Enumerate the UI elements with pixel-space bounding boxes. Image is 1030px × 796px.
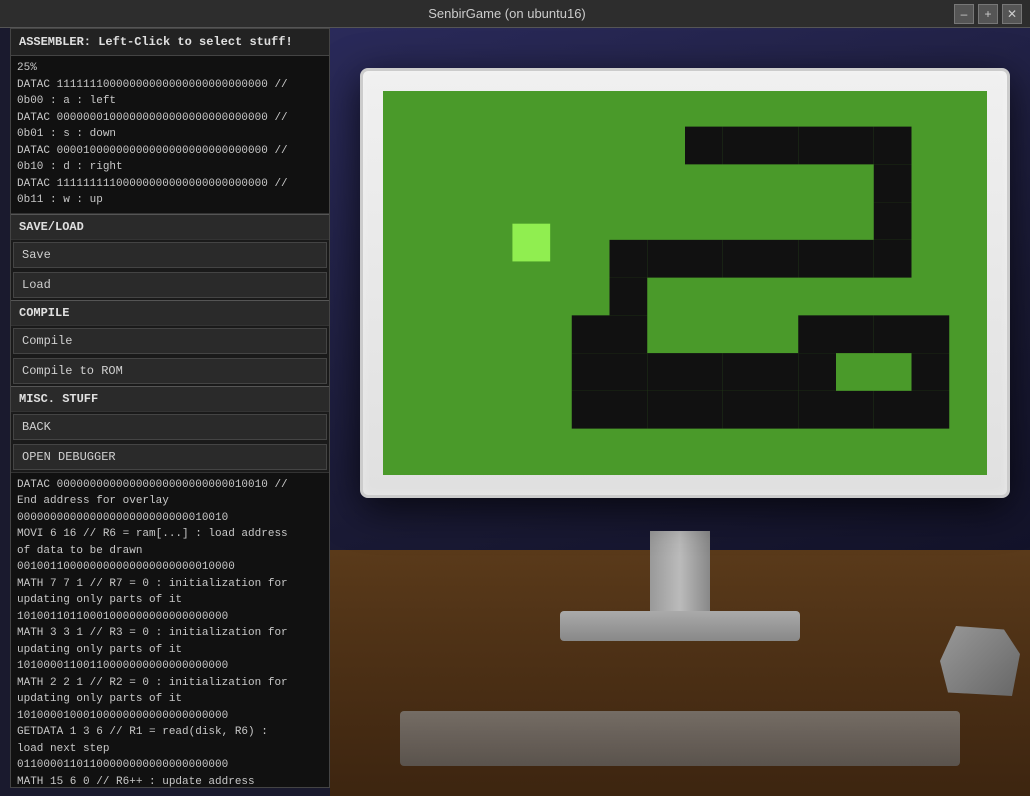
save-button[interactable]: Save bbox=[13, 242, 327, 268]
code-line: DATAC 00001000000000000000000000000000 /… bbox=[17, 143, 323, 160]
code-line: GETDATA 1 3 6 // R1 = read(disk, R6) : bbox=[17, 724, 323, 741]
code-line: DATAC 11111110000000000000000000000000 /… bbox=[17, 77, 323, 94]
game-scene bbox=[330, 28, 1030, 796]
code-line: 0b01 : s : down bbox=[17, 126, 323, 143]
open-debugger-button[interactable]: OPEN DEBUGGER bbox=[13, 444, 327, 470]
code-line: MOVI 6 16 // R6 = ram[...] : load addres… bbox=[17, 526, 323, 543]
code-line: of data to be drawn bbox=[17, 543, 323, 560]
code-line: 0b10 : d : right bbox=[17, 159, 323, 176]
compile-label: COMPILE bbox=[11, 300, 329, 326]
code-line: DATAC 11111111100000000000000000000000 /… bbox=[17, 176, 323, 193]
save-load-label: SAVE/LOAD bbox=[11, 214, 329, 240]
code-line: DATAC 00000000000000000000000000010010 /… bbox=[17, 477, 323, 494]
keyboard bbox=[400, 711, 960, 766]
monitor bbox=[360, 68, 1010, 498]
code-line: 00000000000000000000000000010010 bbox=[17, 510, 323, 527]
code-line: 10100001000100000000000000000000 bbox=[17, 708, 323, 725]
assembler-header: ASSEMBLER: Left-Click to select stuff! bbox=[11, 29, 329, 56]
code-line: 01100001101100000000000000000000 bbox=[17, 757, 323, 774]
load-button[interactable]: Load bbox=[13, 272, 327, 298]
misc-label: MISC. STUFF bbox=[11, 386, 329, 412]
monitor-stand-pole bbox=[650, 531, 710, 611]
code-line: updating only parts of it bbox=[17, 691, 323, 708]
code-line: 10100110110001000000000000000000 bbox=[17, 609, 323, 626]
rock-object bbox=[940, 626, 1020, 696]
titlebar-title: SenbirGame (on ubuntu16) bbox=[60, 6, 954, 21]
code-line: load next step bbox=[17, 741, 323, 758]
code-line: End address for overlay bbox=[17, 493, 323, 510]
code-line: 25% bbox=[17, 60, 323, 77]
code-area-bottom: DATAC 00000000000000000000000000010010 /… bbox=[11, 472, 329, 788]
minimize-button[interactable]: – bbox=[954, 4, 974, 24]
code-area-top: 25% DATAC 111111100000000000000000000000… bbox=[11, 56, 329, 214]
close-button[interactable]: ✕ bbox=[1002, 4, 1022, 24]
maximize-button[interactable]: + bbox=[978, 4, 998, 24]
code-line: 0b00 : a : left bbox=[17, 93, 323, 110]
game-display bbox=[383, 91, 987, 475]
code-line: DATAC 00000001000000000000000000000000 /… bbox=[17, 110, 323, 127]
code-line: MATH 3 3 1 // R3 = 0 : initialization fo… bbox=[17, 625, 323, 642]
code-line: 0b11 : w : up bbox=[17, 192, 323, 209]
back-button[interactable]: BACK bbox=[13, 414, 327, 440]
titlebar-buttons: – + ✕ bbox=[954, 4, 1030, 24]
monitor-stand-base bbox=[560, 611, 800, 641]
monitor-screen bbox=[383, 91, 987, 475]
code-line: 001001100000000000000000000010000 bbox=[17, 559, 323, 576]
code-line: MATH 2 2 1 // R2 = 0 : initialization fo… bbox=[17, 675, 323, 692]
code-line: 10100001100110000000000000000000 bbox=[17, 658, 323, 675]
left-panel: ASSEMBLER: Left-Click to select stuff! 2… bbox=[10, 28, 330, 788]
titlebar: SenbirGame (on ubuntu16) – + ✕ bbox=[0, 0, 1030, 28]
code-line: MATH 7 7 1 // R7 = 0 : initialization fo… bbox=[17, 576, 323, 593]
code-line: MATH 15 6 0 // R6++ : update address bbox=[17, 774, 323, 788]
code-line: updating only parts of it bbox=[17, 642, 323, 659]
code-line: updating only parts of it bbox=[17, 592, 323, 609]
compile-to-rom-button[interactable]: Compile to ROM bbox=[13, 358, 327, 384]
compile-button[interactable]: Compile bbox=[13, 328, 327, 354]
